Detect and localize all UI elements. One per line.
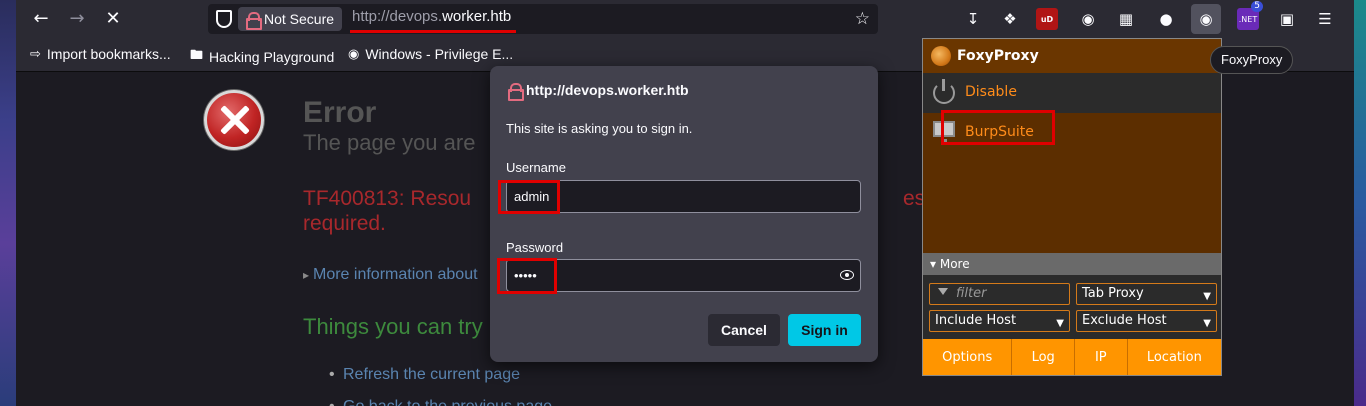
include-host-value: Include Host: [935, 313, 1017, 328]
menu-hamburger-icon[interactable]: ☰: [1314, 8, 1336, 30]
auth-origin: http://devops.worker.htb: [526, 82, 689, 98]
foxyproxy-filters: filter Tab Proxy ▼ Include Host ▼ Exclud…: [923, 275, 1221, 339]
url-bar[interactable]: Not Secure http://devops.worker.htb ☆: [208, 4, 878, 34]
show-password-eye-icon[interactable]: [840, 268, 854, 282]
disable-label: Disable: [965, 84, 1017, 100]
error-code-line1: TF400813: Resou: [303, 187, 472, 210]
insecure-lock-icon: [246, 12, 262, 30]
site-favicon-icon: ◉: [348, 46, 360, 61]
container-icon[interactable]: ▣: [1276, 8, 1298, 30]
password-label: Password: [506, 240, 564, 255]
toolbar: ← → ✕ Not Secure http://devops.worker.ht…: [16, 0, 1354, 38]
include-host-select[interactable]: Include Host ▼: [929, 310, 1070, 332]
forward-button[interactable]: →: [62, 5, 92, 33]
downloads-icon[interactable]: ↧: [962, 8, 984, 30]
extensions-puzzle-icon[interactable]: ❖: [999, 8, 1021, 30]
tracking-shield-icon[interactable]: [216, 10, 232, 28]
tab-proxy-select[interactable]: Tab Proxy ▼: [1076, 283, 1217, 305]
foxyproxy-disable-option[interactable]: Disable: [923, 73, 1221, 113]
filter-input[interactable]: filter: [929, 283, 1070, 305]
desktop-right-edge: [1354, 0, 1366, 406]
url-highlight-underline: [350, 30, 516, 33]
qr-code-icon[interactable]: ▦: [1115, 8, 1137, 30]
sign-in-button[interactable]: Sign in: [788, 314, 861, 346]
auth-message: This site is asking you to sign in.: [506, 121, 693, 136]
password-value: •••••: [514, 268, 537, 283]
bookmark-star-icon[interactable]: ☆: [855, 9, 870, 29]
more-toggle[interactable]: ▾ More: [923, 253, 1221, 275]
foxyproxy-logo-icon: [931, 46, 951, 66]
foxyproxy-burpsuite-option[interactable]: BurpSuite: [923, 110, 1221, 153]
foxyproxy-header: FoxyProxy: [923, 39, 1221, 73]
chevron-down-icon: ▼: [1203, 291, 1211, 302]
tab-options[interactable]: Options: [923, 339, 1013, 375]
ublock-icon[interactable]: uD: [1036, 8, 1058, 30]
bookmark-label: Hacking Playground: [209, 49, 335, 65]
tab-ip[interactable]: IP: [1075, 339, 1128, 375]
error-x-icon: [204, 90, 264, 150]
stop-button[interactable]: ✕: [98, 5, 128, 33]
monitor-icon: [933, 121, 955, 145]
exclude-host-value: Exclude Host: [1082, 313, 1167, 328]
error-code-line2: required.: [303, 212, 386, 235]
not-secure-label: Not Secure: [264, 11, 335, 27]
error-title: Error: [303, 96, 377, 129]
error-code: TF400813: Resouess. required.: [303, 186, 942, 236]
foxyproxy-toolbar-icon[interactable]: ◉: [1191, 4, 1221, 34]
things-heading: Things you can try: [303, 314, 483, 339]
browser-window: ← → ✕ Not Secure http://devops.worker.ht…: [16, 0, 1354, 406]
foxyproxy-title: FoxyProxy: [957, 48, 1039, 64]
folder-icon: 🖿: [190, 47, 204, 62]
url-host: worker.htb: [442, 8, 512, 25]
power-icon: [933, 79, 955, 104]
burpsuite-label: BurpSuite: [965, 124, 1034, 140]
foxyproxy-tooltip: FoxyProxy: [1210, 46, 1294, 74]
tab-location[interactable]: Location: [1128, 339, 1221, 375]
action-refresh-link[interactable]: Refresh the current page: [329, 366, 520, 384]
exclude-host-select[interactable]: Exclude Host ▼: [1076, 310, 1217, 332]
bookmark-label: Windows - Privilege E...: [365, 46, 514, 62]
desktop-left-edge: [0, 0, 16, 406]
bookmark-windows-privilege[interactable]: ◉ Windows - Privilege E...: [348, 46, 513, 62]
action-go-back-link[interactable]: Go back to the previous page: [329, 398, 552, 406]
username-label: Username: [506, 160, 566, 175]
bookmark-label: Import bookmarks...: [46, 46, 171, 62]
foxyproxy-bottom-tabs: Options Log IP Location: [923, 339, 1221, 375]
back-button[interactable]: ←: [26, 5, 56, 33]
chevron-down-icon: ▼: [1056, 318, 1064, 329]
username-field[interactable]: admin: [506, 180, 861, 213]
auth-dialog: http://devops.worker.htb This site is as…: [490, 66, 878, 362]
filter-placeholder: filter: [956, 286, 987, 301]
tab-log[interactable]: Log: [1012, 339, 1075, 375]
not-secure-indicator[interactable]: Not Secure: [238, 7, 343, 31]
filter-funnel-icon: [938, 288, 948, 295]
bookmark-import[interactable]: ⇨ Import bookmarks...: [30, 46, 171, 62]
chevron-down-icon: ▼: [1203, 318, 1211, 329]
dotnet-extension-icon[interactable]: .NET 5: [1237, 1, 1263, 30]
error-subtitle: The page you are: [303, 130, 476, 155]
extension-badge: 5: [1251, 1, 1263, 12]
bookmark-hacking-playground[interactable]: 🖿 Hacking Playground: [190, 46, 334, 68]
tab-proxy-value: Tab Proxy: [1082, 286, 1144, 301]
insecure-lock-icon: [508, 83, 524, 101]
url-prefix: http://devops.: [352, 8, 443, 25]
password-field[interactable]: •••••: [506, 259, 861, 292]
import-icon: ⇨: [30, 46, 41, 61]
cancel-button[interactable]: Cancel: [708, 314, 780, 346]
spy-glasses-icon[interactable]: ◉: [1077, 8, 1099, 30]
cookie-icon[interactable]: ●: [1155, 8, 1177, 30]
url-text[interactable]: http://devops.worker.htb: [352, 8, 511, 25]
more-info-link[interactable]: More information about: [303, 266, 478, 284]
foxyproxy-popup: FoxyProxy Disable BurpSuite ▾ More filte…: [922, 38, 1222, 376]
